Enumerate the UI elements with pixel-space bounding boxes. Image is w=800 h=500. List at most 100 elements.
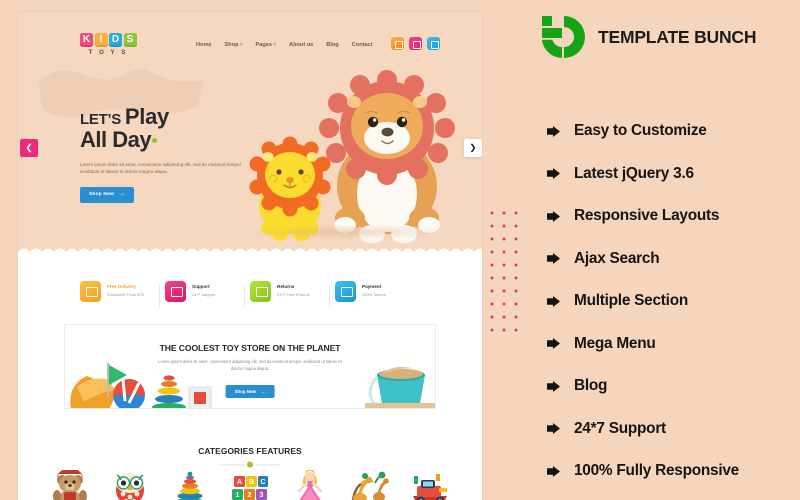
- triangle-right-icon: [547, 210, 560, 222]
- svg-text:3: 3: [260, 492, 264, 499]
- service-payment: Payment 100% Secure: [329, 280, 420, 307]
- service-free-delivery: Free Delivery Worldwide From $75: [80, 280, 165, 302]
- category-owl-plush[interactable]: [109, 470, 151, 500]
- hero-shop-now-button[interactable]: Shop Now →: [80, 186, 135, 203]
- triangle-right-icon: [547, 423, 560, 435]
- categories-heading: CATEGORIES FEATURES: [198, 446, 302, 456]
- plush-lions-illustration: [249, 70, 455, 243]
- service-title: Returns: [277, 284, 295, 290]
- arrow-right-icon: →: [261, 389, 266, 394]
- nav-item-about-us[interactable]: About us: [289, 41, 313, 49]
- nav-item-pages[interactable]: Pages ▾: [256, 41, 277, 49]
- promo-banner: THE COOLEST TOY STORE ON THE PLANET Lore…: [64, 324, 436, 409]
- arrow-right-icon: →: [119, 191, 126, 198]
- feature-label: 24*7 Support: [574, 419, 666, 437]
- truck-icon: [80, 280, 101, 302]
- giraffe-figure-toy-icon: [351, 471, 389, 500]
- chevron-down-icon: ▾: [273, 42, 277, 48]
- feature-item: Multiple Section: [547, 280, 797, 323]
- category-teddy-bear[interactable]: [49, 468, 91, 500]
- dot-grid-decoration: [490, 211, 518, 332]
- logo-letter-s: S: [123, 33, 137, 47]
- promo-paragraph: Lorem ipsum dolor sit amet, consectetur …: [158, 359, 342, 371]
- refresh-icon: [250, 280, 271, 302]
- service-title: Free Delivery: [107, 284, 136, 290]
- feature-item: Easy to Customize: [547, 110, 797, 153]
- category-doll[interactable]: [289, 469, 331, 500]
- service-subtitle: 24*7 Free Returns: [277, 291, 310, 297]
- feature-item: 100% Fully Responsive: [547, 450, 797, 493]
- building-blocks-toy-icon: ABC 1 2 3: [232, 476, 268, 500]
- triangle-right-icon: [547, 295, 560, 307]
- promo-heading: THE COOLEST TOY STORE ON THE PLANET: [159, 343, 341, 353]
- hero-headline: All Day: [80, 128, 248, 152]
- service-support: Support 24*7 Support: [159, 280, 250, 307]
- header-actions: [391, 37, 440, 50]
- svg-text:B: B: [249, 479, 254, 486]
- logo-letter-d: D: [109, 33, 122, 47]
- owl-plush-toy-icon: [116, 473, 144, 500]
- feature-label: Ajax Search: [574, 249, 660, 267]
- logo-tagline: T O Y S: [88, 50, 128, 56]
- feature-label: 100% Fully Responsive: [574, 462, 739, 480]
- feature-item: 24*7 Support: [547, 408, 797, 451]
- cart-icon[interactable]: [427, 37, 440, 50]
- svg-text:2: 2: [248, 492, 252, 499]
- feature-item: Ajax Search: [547, 238, 797, 281]
- hero-eyebrow: LET’S Play: [80, 104, 169, 129]
- kids-toys-logo[interactable]: K I D S T O Y S: [80, 33, 137, 57]
- feature-label: Blog: [574, 377, 608, 395]
- promo-shop-now-button[interactable]: Shop Now →: [225, 385, 275, 398]
- nav-item-blog[interactable]: Blog: [326, 41, 338, 49]
- teddy-bear-toy-icon: [53, 468, 87, 500]
- slider-next-button[interactable]: ❯: [464, 139, 482, 157]
- feature-label: Responsive Layouts: [574, 207, 720, 225]
- feature-label: Latest jQuery 3.6: [574, 164, 694, 182]
- button-label: Shop Now: [89, 191, 115, 197]
- account-icon[interactable]: [409, 37, 422, 50]
- feature-item: Blog: [547, 365, 797, 408]
- nav-item-home[interactable]: Home: [196, 41, 212, 49]
- category-building-blocks[interactable]: ABC 1 2 3: [229, 470, 271, 500]
- slider-prev-button[interactable]: ❮: [20, 139, 38, 157]
- stacking-rings-toy-icon: [177, 471, 203, 500]
- headset-icon: [165, 280, 186, 302]
- accent-dot: [152, 137, 158, 143]
- logo-letter-i: I: [94, 33, 108, 47]
- svg-text:C: C: [260, 479, 265, 486]
- service-subtitle: Worldwide From $75: [107, 291, 144, 297]
- service-title: Payment: [362, 284, 382, 290]
- money-bag-icon: [335, 280, 356, 302]
- product-info-panel: TEMPLATE BUNCH Easy to Customize Latest …: [535, 0, 800, 500]
- feature-label: Multiple Section: [574, 292, 688, 310]
- feature-label: Easy to Customize: [574, 122, 707, 140]
- website-preview-screenshot: K I D S T O Y S Home Shop ▾ Pages ▾ About …: [18, 12, 482, 500]
- hero-paragraph: Lorem ipsum dolor sit amet, consectetur …: [80, 162, 242, 175]
- nav-item-shop[interactable]: Shop ▾: [225, 41, 243, 49]
- category-toy-vehicle[interactable]: [409, 470, 451, 500]
- feature-list: Easy to Customize Latest jQuery 3.6 Resp…: [547, 110, 797, 493]
- svg-text:A: A: [237, 479, 242, 486]
- site-header: K I D S T O Y S Home Shop ▾ Pages ▾ About …: [18, 12, 482, 58]
- triangle-right-icon: [547, 338, 560, 350]
- triangle-right-icon: [547, 253, 560, 265]
- feature-item: Latest jQuery 3.6: [547, 153, 797, 196]
- hero-copy: LET’S Play All Day Lorem ipsum dolor sit…: [80, 104, 248, 203]
- triangle-right-icon: [547, 380, 560, 392]
- template-bunch-logo: [541, 16, 585, 58]
- toy-vehicle-icon: [413, 474, 447, 500]
- search-icon[interactable]: [391, 37, 404, 50]
- chevron-down-icon: ▾: [240, 42, 243, 48]
- categories-row: ABC 1 2 3: [18, 468, 482, 500]
- feature-label: Mega Menu: [574, 334, 656, 352]
- doll-toy-icon: [297, 469, 323, 500]
- sand-bucket-right: [365, 366, 435, 408]
- feature-item: Mega Menu: [547, 323, 797, 366]
- brand-header: TEMPLATE BUNCH: [540, 14, 756, 60]
- nav-item-contact[interactable]: Contact: [352, 41, 373, 49]
- category-stacking-rings[interactable]: [169, 470, 211, 500]
- feature-item: Responsive Layouts: [547, 195, 797, 238]
- category-giraffe-figure[interactable]: [349, 470, 391, 500]
- section-divider-icon: [220, 461, 280, 468]
- button-label: Shop Now: [234, 389, 257, 394]
